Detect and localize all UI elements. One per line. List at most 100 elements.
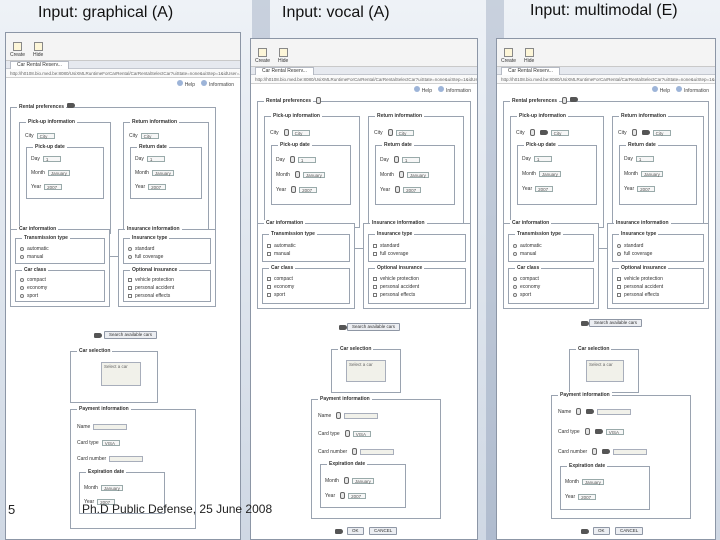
vehicle-protection-check[interactable] — [373, 277, 377, 281]
vehicle-protection-check[interactable] — [128, 278, 132, 282]
name-input[interactable] — [597, 408, 632, 415]
search-available-cars-button[interactable]: Search available cars — [347, 323, 401, 331]
help-icon — [651, 86, 658, 92]
automatic-radio[interactable] — [20, 247, 24, 251]
automatic-radio[interactable] — [513, 244, 517, 248]
browser-tab[interactable]: Car Rental Reserv... — [255, 67, 314, 75]
card-number-input[interactable] — [109, 456, 144, 462]
hide-button[interactable]: Hide — [524, 48, 534, 64]
browser-tab[interactable]: Car Rental Reserv... — [10, 61, 69, 69]
standard-radio[interactable] — [617, 244, 621, 248]
return-year-select[interactable]: 2007 — [148, 184, 167, 190]
car-list[interactable]: Select a car — [346, 360, 386, 382]
sport-check[interactable] — [267, 293, 271, 297]
search-available-cars-button[interactable]: Search available cars — [589, 319, 643, 327]
microphone-icon — [291, 186, 297, 193]
return-city-select[interactable]: City — [140, 133, 159, 139]
car-list[interactable]: Select a car — [586, 360, 624, 382]
pickup-city-select[interactable]: City — [550, 129, 569, 136]
help-icon — [413, 86, 420, 92]
vehicle-protection-check[interactable] — [617, 277, 621, 281]
pickup-year-select[interactable]: 2007 — [299, 186, 318, 193]
standard-radio[interactable] — [128, 247, 132, 251]
return-month-select[interactable]: January — [640, 171, 663, 177]
address-bar[interactable]: http://h0108.bio.med.be:8080/UsiXMLRunti… — [6, 69, 240, 78]
manual-check[interactable] — [267, 252, 271, 256]
pickup-month-select[interactable]: January — [538, 171, 561, 177]
return-day-select[interactable]: 1 — [146, 156, 165, 162]
exp-year-select[interactable]: 2007 — [348, 492, 367, 499]
pickup-day-select[interactable]: 1 — [297, 156, 316, 163]
search-available-cars-button[interactable]: Search available cars — [104, 331, 158, 339]
economy-radio[interactable] — [20, 286, 24, 290]
pickup-year-select[interactable]: 2007 — [44, 184, 63, 190]
full-coverage-radio[interactable] — [128, 255, 132, 259]
return-year-select[interactable]: 2007 — [637, 186, 656, 192]
ok-button[interactable]: OK — [347, 527, 364, 535]
pickup-month-select[interactable]: January — [302, 171, 325, 178]
browser-tab[interactable]: Car Rental Reserv... — [501, 67, 560, 75]
return-day-select[interactable]: 1 — [635, 156, 654, 162]
economy-check[interactable] — [267, 285, 271, 289]
pickup-city-select[interactable]: City — [291, 129, 310, 136]
pickup-day-select[interactable]: 1 — [42, 156, 61, 162]
card-type-select[interactable]: VISA — [101, 440, 120, 446]
personal-accident-check[interactable] — [617, 285, 621, 289]
address-bar[interactable]: http://h0108.bio.med.be:8080/UsiXMLRunti… — [251, 75, 477, 84]
name-input[interactable] — [344, 412, 379, 419]
full-coverage-check[interactable] — [373, 252, 377, 256]
return-city-select[interactable]: City — [652, 129, 671, 136]
compact-radio[interactable] — [20, 278, 24, 282]
sport-radio[interactable] — [513, 293, 517, 297]
help-link[interactable]: Help — [176, 80, 195, 88]
info-link[interactable]: Information — [675, 86, 709, 94]
create-button[interactable]: Create — [10, 42, 25, 58]
car-list[interactable]: Select a car — [101, 362, 141, 386]
compact-radio[interactable] — [513, 277, 517, 281]
nav-row: Help Information — [251, 84, 477, 96]
info-link[interactable]: Information — [437, 86, 471, 94]
compact-check[interactable] — [267, 277, 271, 281]
manual-radio[interactable] — [20, 255, 24, 259]
card-type-select[interactable]: VISA — [605, 428, 624, 435]
exp-month-select[interactable]: January — [100, 485, 123, 491]
card-number-input[interactable] — [613, 448, 648, 455]
card-number-input[interactable] — [360, 448, 395, 455]
cancel-button[interactable]: CANCEL — [615, 527, 644, 535]
exp-month-select[interactable]: January — [581, 479, 604, 485]
manual-radio[interactable] — [513, 252, 517, 256]
return-year-select[interactable]: 2007 — [403, 186, 422, 193]
personal-effects-check[interactable] — [373, 293, 377, 297]
pickup-year-select[interactable]: 2007 — [535, 186, 554, 192]
personal-effects-check[interactable] — [128, 294, 132, 298]
pickup-city-select[interactable]: City — [36, 133, 55, 139]
automatic-check[interactable] — [267, 244, 271, 248]
return-city-select[interactable]: City — [395, 129, 414, 136]
ok-button[interactable]: OK — [593, 527, 610, 535]
info-link[interactable]: Information — [200, 80, 234, 88]
create-button[interactable]: Create — [255, 48, 270, 64]
help-link[interactable]: Help — [651, 86, 670, 94]
exp-year-select[interactable]: 2007 — [578, 494, 597, 500]
standard-check[interactable] — [373, 244, 377, 248]
personal-effects-check[interactable] — [617, 293, 621, 297]
return-day-select[interactable]: 1 — [401, 156, 420, 163]
hide-button[interactable]: Hide — [278, 48, 288, 64]
exp-month-select[interactable]: January — [351, 477, 374, 484]
create-button[interactable]: Create — [501, 48, 516, 64]
cancel-button[interactable]: CANCEL — [369, 527, 398, 535]
name-input[interactable] — [93, 424, 128, 430]
full-coverage-radio[interactable] — [617, 252, 621, 256]
sport-radio[interactable] — [20, 294, 24, 298]
personal-accident-check[interactable] — [128, 286, 132, 290]
pickup-day-select[interactable]: 1 — [533, 156, 552, 162]
return-month-select[interactable]: January — [406, 171, 429, 178]
economy-radio[interactable] — [513, 285, 517, 289]
help-link[interactable]: Help — [413, 86, 432, 94]
return-month-select[interactable]: January — [151, 170, 174, 176]
address-bar[interactable]: http://h0108.bio.med.be:8080/UsiXMLRunti… — [497, 75, 715, 84]
card-type-select[interactable]: VISA — [352, 430, 371, 437]
pickup-month-select[interactable]: January — [47, 170, 70, 176]
personal-accident-check[interactable] — [373, 285, 377, 289]
hide-button[interactable]: Hide — [33, 42, 43, 58]
